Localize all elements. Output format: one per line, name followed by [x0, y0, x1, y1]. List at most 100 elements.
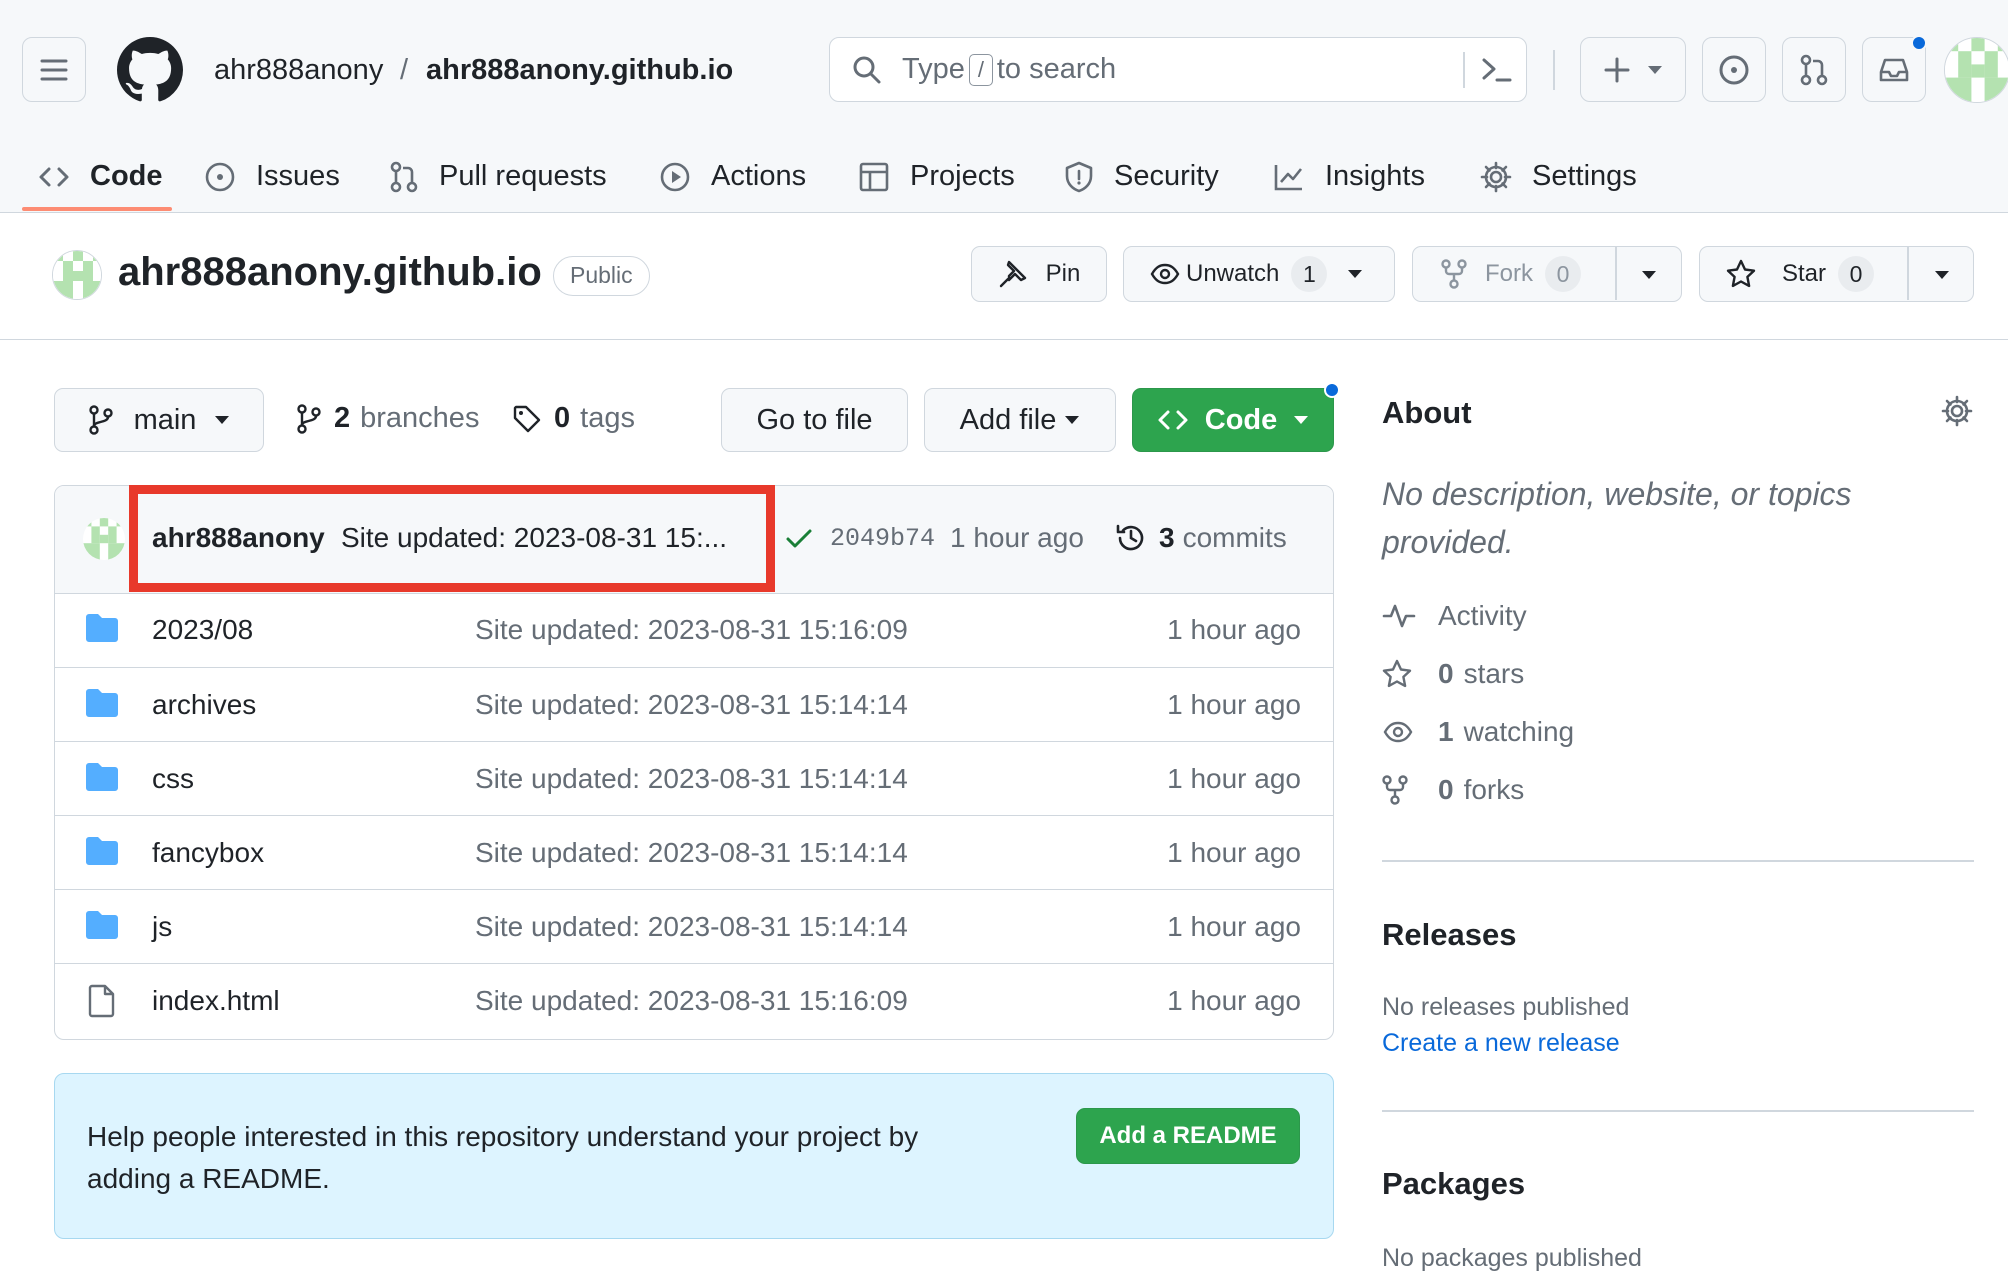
search-divider: [1463, 52, 1465, 88]
repo-link[interactable]: ahr888anony.github.io: [426, 50, 733, 90]
releases-empty-text: No releases published: [1382, 993, 1630, 1021]
file-commit-message[interactable]: Site updated: 2023-08-31 15:14:14: [475, 763, 908, 795]
add-file-button[interactable]: Add file: [924, 388, 1116, 452]
add-readme-label: Add a README: [1099, 1122, 1277, 1149]
chevron-down-icon: [1348, 270, 1363, 278]
annotation-highlight-box: [129, 485, 775, 592]
search-placeholder-prefix: Type: [902, 53, 965, 85]
create-new-button[interactable]: [1580, 37, 1686, 102]
file-age: 1 hour ago: [1167, 837, 1301, 868]
pull-request-icon: [390, 161, 418, 192]
packages-heading[interactable]: Packages: [1382, 1166, 1525, 1202]
git-branch-icon: [297, 403, 321, 434]
chevron-down-icon: [1642, 271, 1656, 279]
sidebar-divider: [1382, 1110, 1974, 1112]
tab-insights[interactable]: Insights: [1273, 140, 1425, 213]
chevron-down-icon: [1648, 65, 1662, 74]
file-row[interactable]: 2023/08 Site updated: 2023-08-31 15:16:0…: [55, 593, 1333, 667]
tab-actions[interactable]: Actions: [659, 140, 806, 213]
star-icon: [1726, 259, 1756, 288]
commits-history-link[interactable]: 3 commits: [1115, 522, 1287, 554]
file-row[interactable]: css Site updated: 2023-08-31 15:14:14 1 …: [55, 741, 1333, 815]
tab-label: Issues: [256, 160, 340, 192]
fork-button[interactable]: Fork 0: [1412, 246, 1682, 302]
file-name[interactable]: fancybox: [152, 837, 264, 869]
tab-settings[interactable]: Settings: [1480, 140, 1637, 213]
pull-request-icon: [1800, 54, 1828, 85]
owner-link[interactable]: ahr888anony: [214, 50, 383, 90]
file-name[interactable]: 2023/08: [152, 614, 253, 646]
go-to-file-label: Go to file: [756, 403, 873, 436]
gear-icon[interactable]: [1941, 395, 1973, 427]
add-readme-button[interactable]: Add a README: [1076, 1108, 1300, 1164]
branch-select-button[interactable]: main: [54, 388, 264, 452]
stars-link[interactable]: 0 stars: [1382, 658, 1524, 690]
file-name[interactable]: index.html: [152, 985, 280, 1017]
file-name[interactable]: css: [152, 763, 194, 795]
file-row[interactable]: archives Site updated: 2023-08-31 15:14:…: [55, 667, 1333, 741]
code-icon: [1158, 410, 1188, 430]
code-button[interactable]: Code: [1132, 388, 1334, 452]
folder-icon: [86, 911, 118, 939]
tab-projects[interactable]: Projects: [858, 140, 1015, 213]
star-button[interactable]: Star 0: [1699, 246, 1974, 302]
pin-button[interactable]: Pin: [971, 246, 1107, 302]
search-icon: [853, 56, 881, 83]
file-name[interactable]: js: [152, 911, 172, 943]
code-notification-dot: [1324, 382, 1340, 398]
create-release-link[interactable]: Create a new release: [1382, 1029, 1620, 1058]
watching-link[interactable]: 1 watching: [1382, 716, 1574, 748]
commit-sha[interactable]: 2049b74: [830, 524, 935, 553]
activity-link[interactable]: Activity: [1382, 600, 1527, 632]
play-icon: [660, 162, 690, 191]
git-branch-icon: [88, 405, 113, 435]
tab-label: Settings: [1532, 160, 1637, 192]
command-palette-icon[interactable]: [1481, 56, 1513, 84]
tags-count: 0: [554, 402, 571, 434]
unwatch-button[interactable]: Unwatch 1: [1123, 246, 1395, 302]
file-commit-message[interactable]: Site updated: 2023-08-31 15:16:09: [475, 985, 908, 1017]
forks-link[interactable]: 0 forks: [1382, 774, 1524, 806]
repo-title[interactable]: ahr888anony.github.io: [118, 250, 542, 295]
star-label: Star: [1782, 260, 1827, 287]
button-divider: [1907, 247, 1909, 300]
tab-issues[interactable]: Issues: [204, 140, 340, 213]
stars-label: stars: [1463, 658, 1525, 689]
chevron-down-icon: [215, 416, 230, 424]
readme-prompt-text: Help people interested in this repositor…: [87, 1121, 919, 1194]
releases-heading[interactable]: Releases: [1382, 917, 1516, 953]
tags-link[interactable]: 0 tags: [512, 402, 635, 435]
file-age: 1 hour ago: [1167, 985, 1301, 1016]
file-row[interactable]: js Site updated: 2023-08-31 15:14:14 1 h…: [55, 889, 1333, 963]
file-commit-message[interactable]: Site updated: 2023-08-31 15:16:09: [475, 614, 908, 646]
go-to-file-button[interactable]: Go to file: [721, 388, 908, 452]
tab-security[interactable]: Security: [1064, 140, 1219, 213]
fork-count: 0: [1545, 256, 1581, 292]
breadcrumb-separator: /: [400, 54, 409, 86]
file-commit-message[interactable]: Site updated: 2023-08-31 15:14:14: [475, 837, 908, 869]
commit-author-avatar[interactable]: [83, 518, 125, 560]
menu-button[interactable]: [22, 37, 86, 102]
file-row[interactable]: index.html Site updated: 2023-08-31 15:1…: [55, 963, 1333, 1037]
forks-count: 0: [1438, 774, 1454, 805]
gear-icon: [1480, 161, 1512, 192]
branches-link[interactable]: 2 branches: [296, 402, 479, 435]
pull-requests-button[interactable]: [1782, 37, 1846, 102]
file-commit-message[interactable]: Site updated: 2023-08-31 15:14:14: [475, 911, 908, 943]
file-commit-message[interactable]: Site updated: 2023-08-31 15:14:14: [475, 689, 908, 721]
github-logo-icon[interactable]: [117, 37, 183, 103]
search-input[interactable]: Type / to search: [829, 37, 1527, 102]
issues-button[interactable]: [1702, 37, 1766, 102]
repo-tabs: Code Issues Pull requests Actions Projec…: [0, 140, 1700, 213]
file-row[interactable]: fancybox Site updated: 2023-08-31 15:14:…: [55, 815, 1333, 889]
tags-label: tags: [580, 402, 635, 434]
tab-code[interactable]: Code: [38, 140, 163, 213]
user-avatar[interactable]: [1944, 37, 2008, 103]
repo-owner-avatar[interactable]: [52, 250, 102, 300]
tab-pull-requests[interactable]: Pull requests: [389, 140, 607, 213]
activity-label: Activity: [1438, 600, 1527, 631]
file-age: 1 hour ago: [1167, 689, 1301, 720]
file-name[interactable]: archives: [152, 689, 256, 721]
repo-forked-icon: [1382, 775, 1408, 805]
pin-label: Pin: [1045, 260, 1081, 287]
